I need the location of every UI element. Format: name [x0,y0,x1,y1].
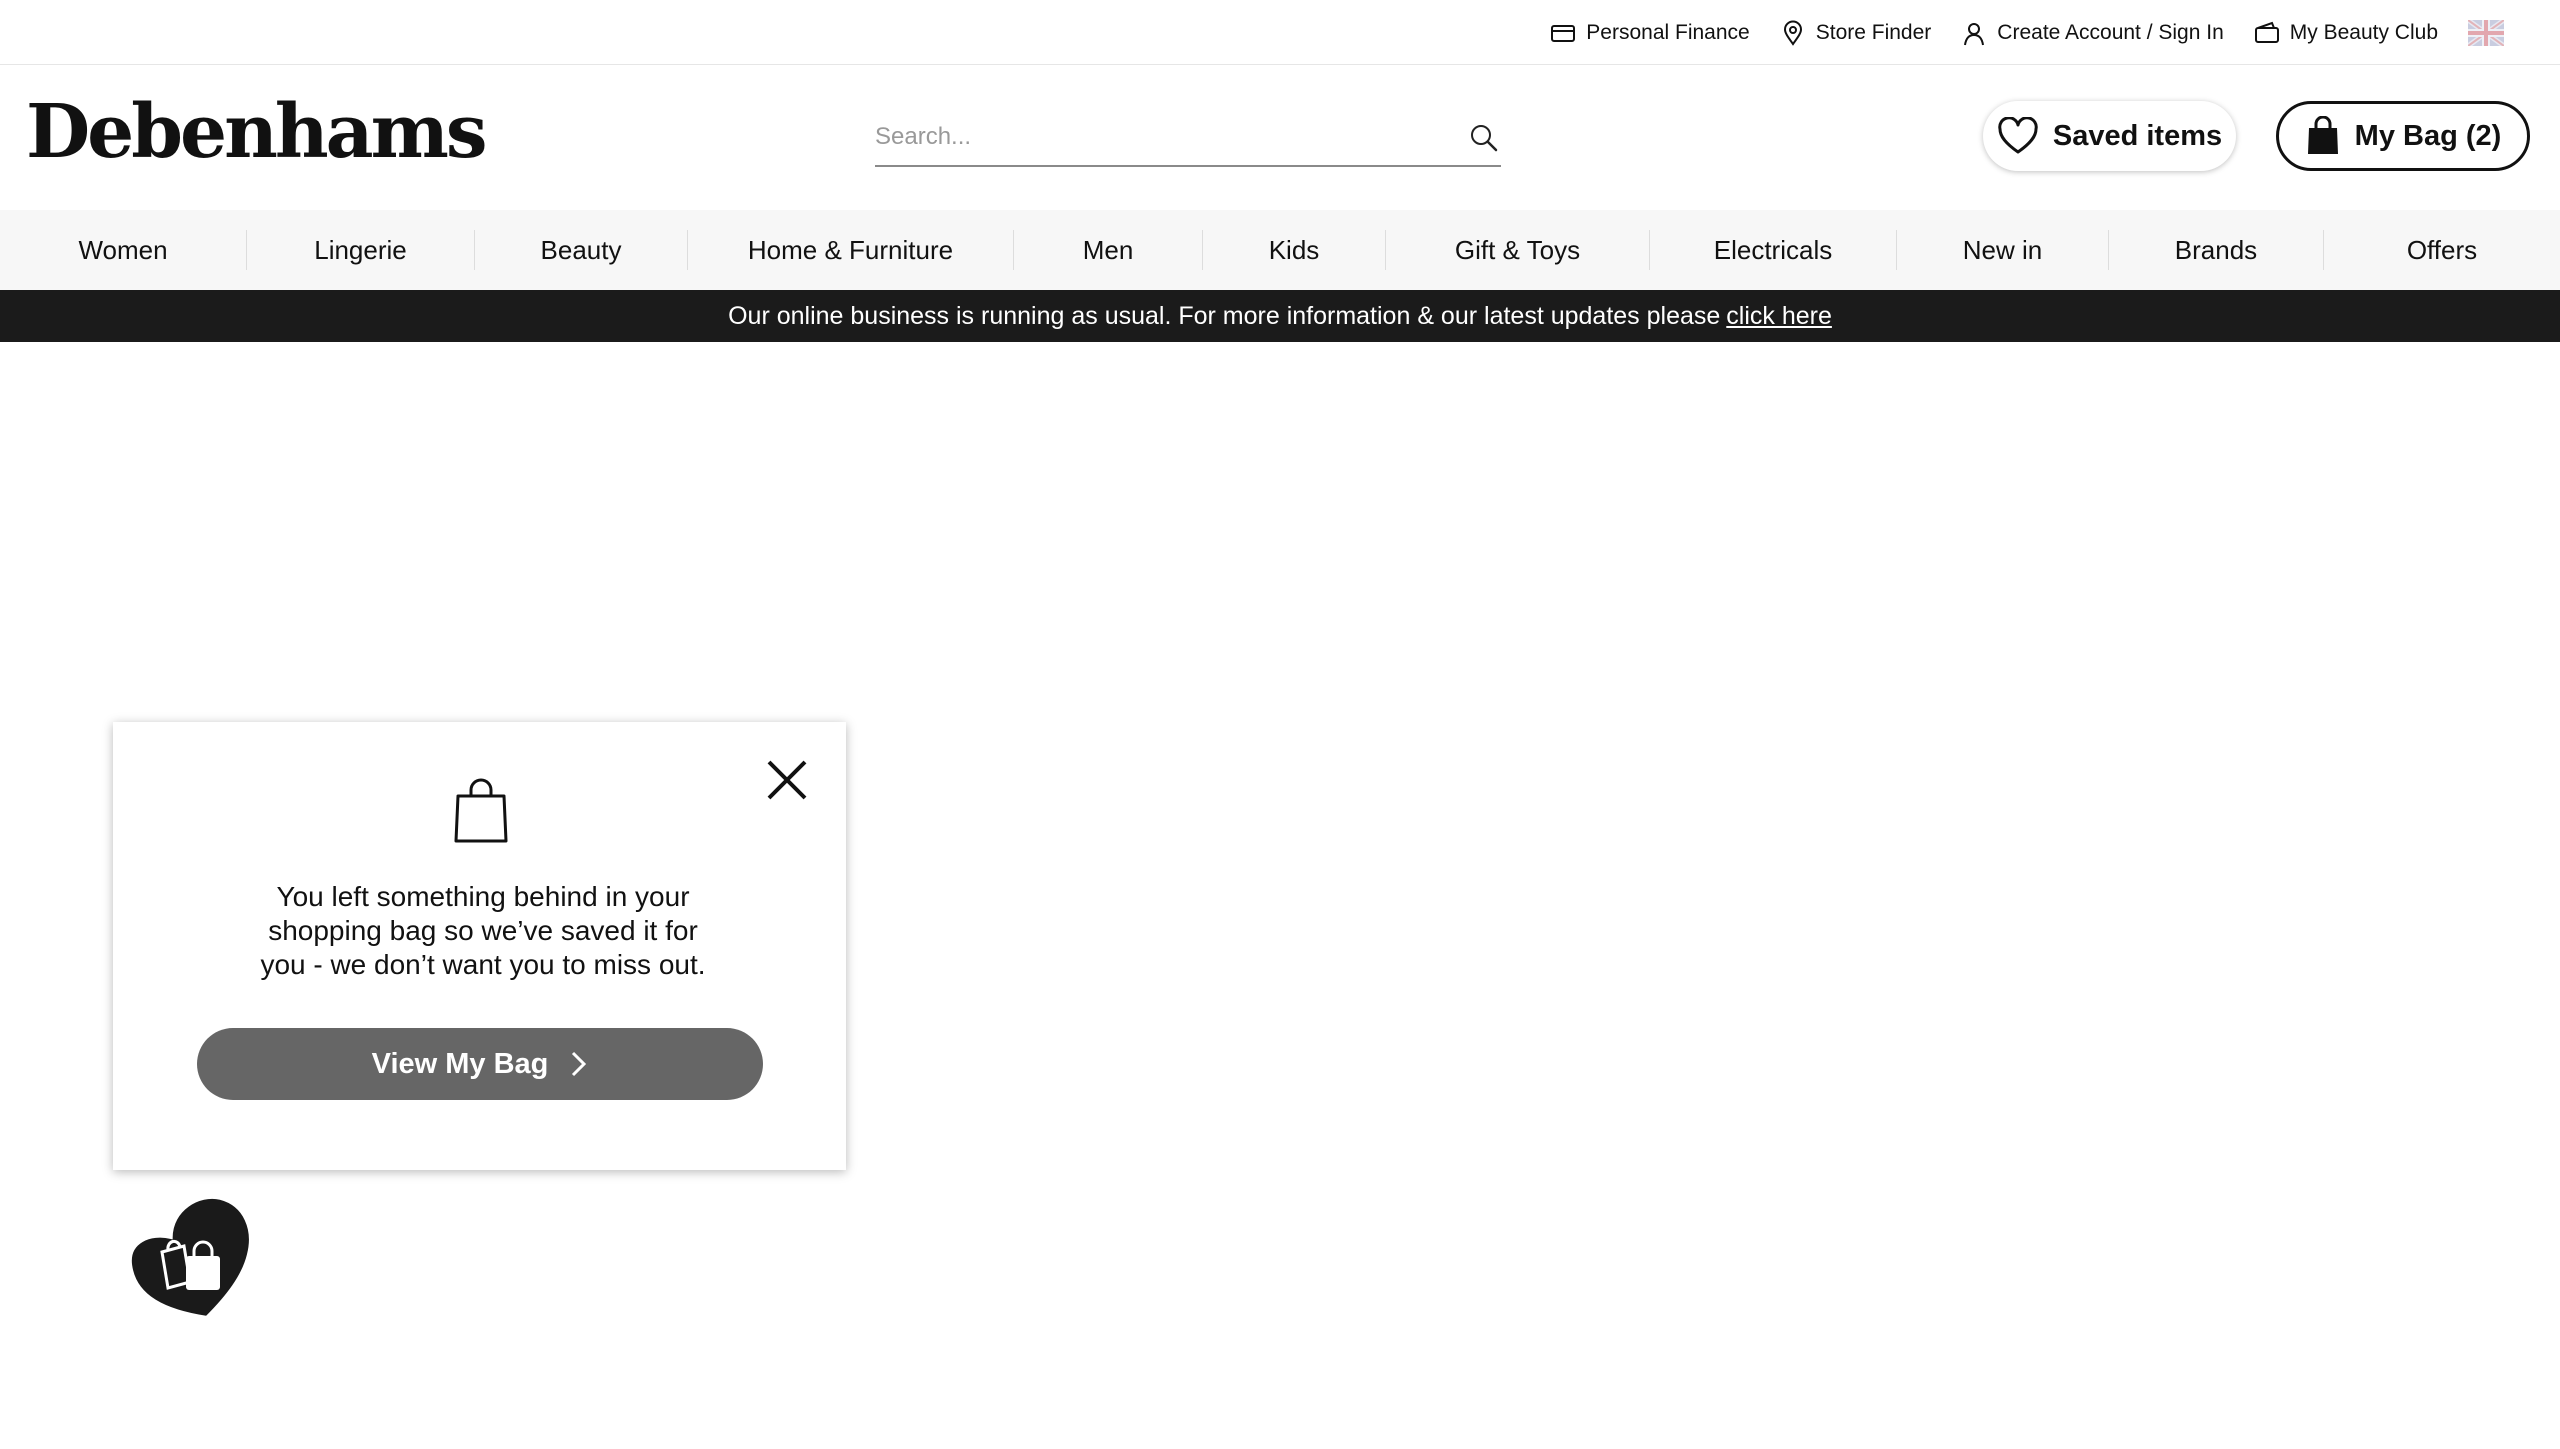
search-input[interactable] [875,111,1445,163]
credit-card-icon [1551,24,1576,42]
personal-finance-label: Personal Finance [1586,20,1750,44]
shopping-bag-icon [2307,116,2338,154]
popup-message-line-3: you - we don’t want you to miss out. [260,949,706,980]
search-icon[interactable] [1467,121,1501,155]
nav-item-beauty[interactable]: Beauty [475,230,688,270]
nav-item-brands[interactable]: Brands [2109,230,2324,270]
notice-link[interactable]: click here [1726,302,1832,331]
nav-item-offers[interactable]: Offers [2324,230,2560,270]
popup-message-line-1: You left something behind in your [276,881,690,912]
my-bag-button[interactable]: My Bag (2) [2276,101,2530,171]
search-bar [875,111,1501,167]
store-finder-label: Store Finder [1815,20,1932,44]
close-icon[interactable] [763,756,811,804]
nav-item-lingerie[interactable]: Lingerie [247,230,475,270]
heart-icon [1998,117,2038,154]
beauty-club-label: My Beauty Club [2289,20,2438,44]
chevron-right-icon [572,1051,587,1077]
nav-item-kids[interactable]: Kids [1203,230,1386,270]
saved-items-label: Saved items [2052,119,2223,152]
view-my-bag-label: View My Bag [371,1047,549,1080]
uk-flag-icon[interactable] [2468,19,2504,46]
utility-bar: Personal Finance Store Finder Create Acc… [0,0,2560,65]
account-label: Create Account / Sign In [1997,20,2224,44]
popup-message: You left something behind in your shoppi… [243,880,723,982]
store-finder-link[interactable]: Store Finder [1780,20,1932,46]
shopping-bag-outline-icon [454,778,508,843]
notice-banner: Our online business is running as usual.… [0,290,2560,342]
nav-item-gift-toys[interactable]: Gift & Toys [1386,230,1650,270]
saved-bag-popup: You left something behind in your shoppi… [113,722,846,1170]
debenhams-logo[interactable]: Debenhams [26,95,488,169]
utility-links: Personal Finance Store Finder Create Acc… [1550,0,2504,65]
personal-finance-link[interactable]: Personal Finance [1550,20,1750,46]
heart-bag-widget-icon[interactable] [118,1186,278,1326]
wallet-icon [2254,21,2279,43]
site-header: Debenhams Saved items My Bag (2) [0,65,2560,210]
nav-item-men[interactable]: Men [1014,230,1203,270]
location-pin-icon [1783,20,1802,46]
nav-item-electricals[interactable]: Electricals [1650,230,1897,270]
beauty-club-link[interactable]: My Beauty Club [2254,20,2438,46]
account-link[interactable]: Create Account / Sign In [1961,20,2224,46]
nav-item-women[interactable]: Women [0,230,247,270]
saved-items-button[interactable]: Saved items [1983,101,2236,171]
view-my-bag-button[interactable]: View My Bag [197,1028,763,1100]
nav-item-home-furniture[interactable]: Home & Furniture [688,230,1014,270]
nav-item-new-in[interactable]: New in [1897,230,2109,270]
my-bag-label: My Bag (2) [2354,119,2502,152]
popup-message-line-2: shopping bag so we’ve saved it for [268,915,698,946]
main-nav: Women Lingerie Beauty Home & Furniture M… [0,210,2560,290]
notice-text: Our online business is running as usual.… [728,301,1721,330]
user-icon [1964,22,1985,45]
